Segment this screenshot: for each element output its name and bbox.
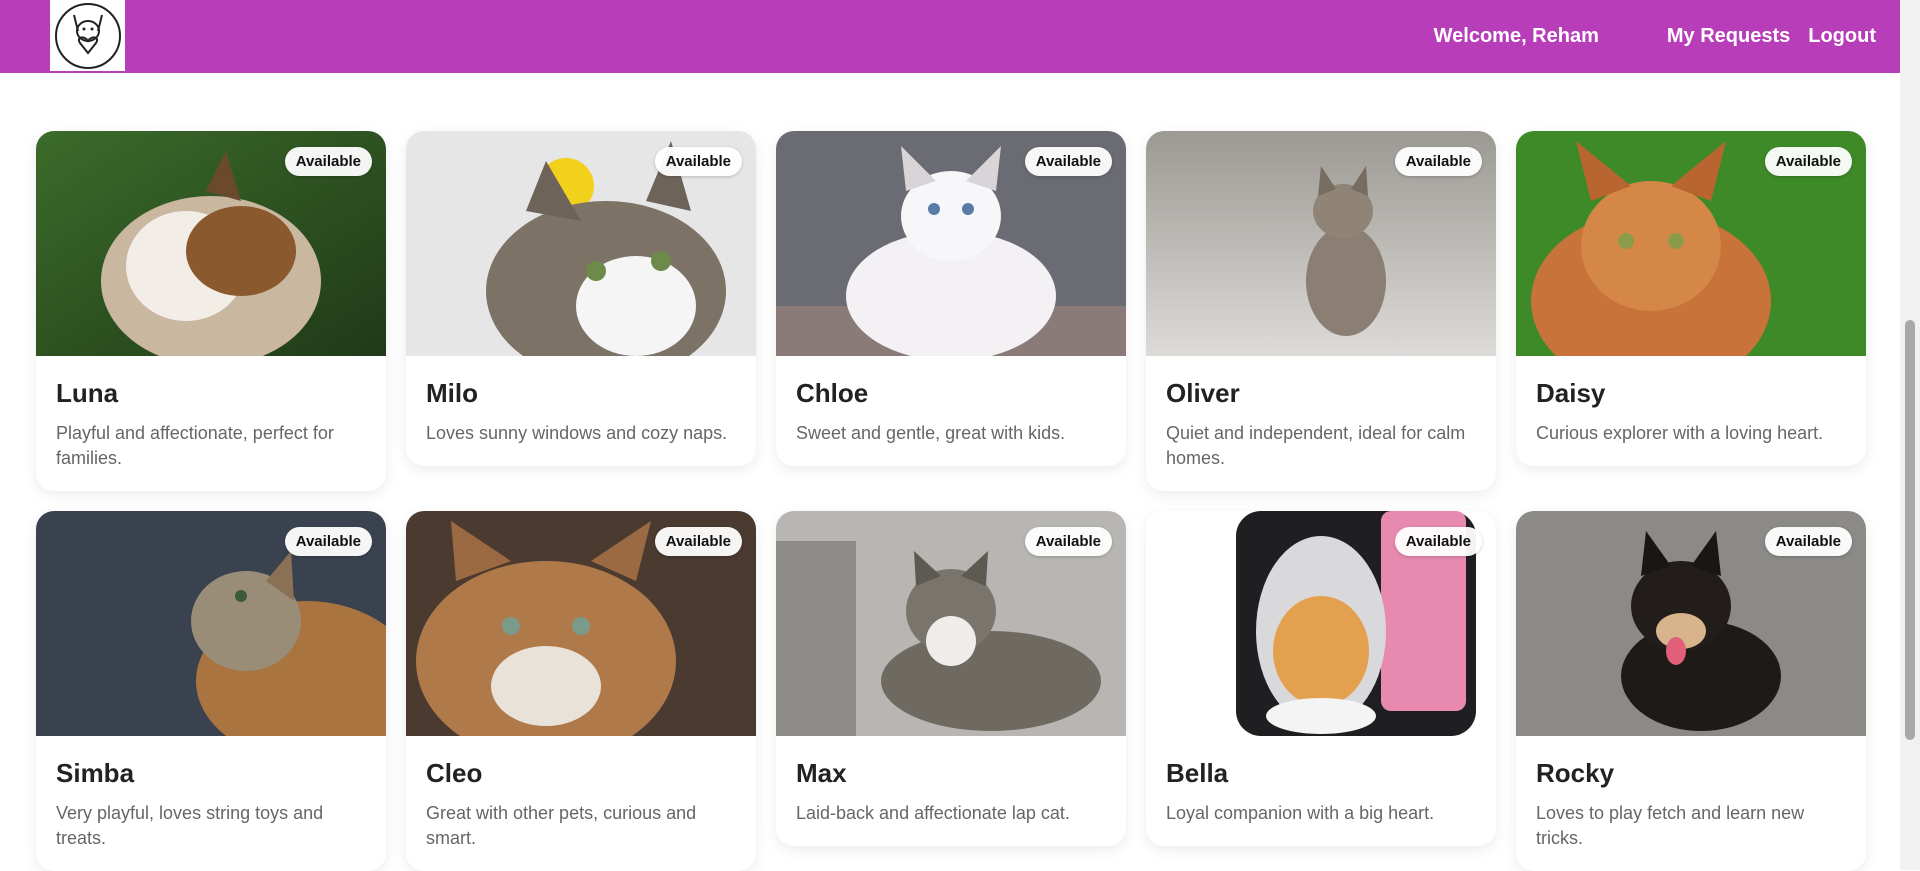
pet-name: Daisy	[1536, 378, 1606, 408]
status-badge: Available	[654, 147, 742, 176]
pet-name: Cleo	[426, 758, 483, 788]
welcome-text: Welcome, Reham	[1433, 25, 1599, 47]
status-badge: Available	[1394, 527, 1482, 556]
status-badge: Available	[284, 147, 372, 176]
pet-photo-luna: Available	[36, 131, 386, 356]
pet-description: Sweet and gentle, great with kids.	[796, 423, 1066, 443]
status-badge: Available	[1764, 527, 1852, 556]
pet-name: Milo	[426, 378, 478, 408]
status-badge: Available	[1024, 147, 1112, 176]
pet-grid: Available Luna Playful and affectionate,…	[36, 131, 1866, 871]
pet-name: Chloe	[796, 378, 869, 408]
pet-description: Loves sunny windows and cozy naps.	[426, 423, 728, 443]
pet-name: Max	[796, 758, 847, 788]
pet-card-milo[interactable]: Available Milo Loves sunny windows and c…	[406, 131, 756, 466]
pet-card-simba[interactable]: Available Simba Very playful, loves stri…	[36, 511, 386, 871]
pet-description: Curious explorer with a loving heart.	[1536, 423, 1824, 443]
pet-card-chloe[interactable]: Available Chloe Sweet and gentle, great …	[776, 131, 1126, 466]
pet-photo-milo: Available	[406, 131, 756, 356]
pet-card-cleo[interactable]: Available Cleo Great with other pets, cu…	[406, 511, 756, 871]
top-navbar: Welcome, Reham My Requests Logout	[0, 0, 1900, 73]
dog-heart-logo-icon[interactable]	[50, 0, 125, 71]
pet-card-luna[interactable]: Available Luna Playful and affectionate,…	[36, 131, 386, 491]
pet-photo-chloe: Available	[776, 131, 1126, 356]
pet-photo-simba: Available	[36, 511, 386, 736]
pet-photo-bella: Available	[1146, 511, 1496, 736]
scrollbar-thumb[interactable]	[1905, 320, 1915, 740]
pet-card-max[interactable]: Available Max Laid-back and affectionate…	[776, 511, 1126, 846]
pet-name: Rocky	[1536, 758, 1615, 788]
pet-description: Quiet and independent, ideal for calm ho…	[1166, 423, 1466, 468]
pet-card-bella[interactable]: Available Bella Loyal companion with a b…	[1146, 511, 1496, 846]
pet-description: Great with other pets, curious and smart…	[426, 803, 697, 848]
pet-photo-rocky: Available	[1516, 511, 1866, 736]
status-badge: Available	[1024, 527, 1112, 556]
status-badge: Available	[1764, 147, 1852, 176]
pet-description: Loyal companion with a big heart.	[1166, 803, 1435, 823]
nav-right-group: Welcome, Reham My Requests Logout	[1434, 0, 1876, 73]
pet-description: Playful and affectionate, perfect for fa…	[56, 423, 334, 468]
pet-name: Luna	[56, 378, 119, 408]
page-scrollbar[interactable]	[1900, 0, 1920, 870]
pet-name: Simba	[56, 758, 135, 788]
pet-card-oliver[interactable]: Available Oliver Quiet and independent, …	[1146, 131, 1496, 491]
pet-photo-cleo: Available	[406, 511, 756, 736]
pet-card-rocky[interactable]: Available Rocky Loves to play fetch and …	[1516, 511, 1866, 871]
pet-name: Bella	[1166, 758, 1229, 788]
pet-photo-oliver: Available	[1146, 131, 1496, 356]
status-badge: Available	[654, 527, 742, 556]
pet-description: Very playful, loves string toys and trea…	[56, 803, 324, 848]
pet-photo-daisy: Available	[1516, 131, 1866, 356]
pet-description: Loves to play fetch and learn new tricks…	[1536, 803, 1805, 848]
pet-card-daisy[interactable]: Available Daisy Curious explorer with a …	[1516, 131, 1866, 466]
status-badge: Available	[284, 527, 372, 556]
pet-photo-max: Available	[776, 511, 1126, 736]
my-requests-link[interactable]: My Requests	[1667, 25, 1790, 48]
pet-name: Oliver	[1166, 378, 1240, 408]
status-badge: Available	[1394, 147, 1482, 176]
pet-description: Laid-back and affectionate lap cat.	[796, 803, 1070, 823]
logout-link[interactable]: Logout	[1808, 25, 1876, 48]
